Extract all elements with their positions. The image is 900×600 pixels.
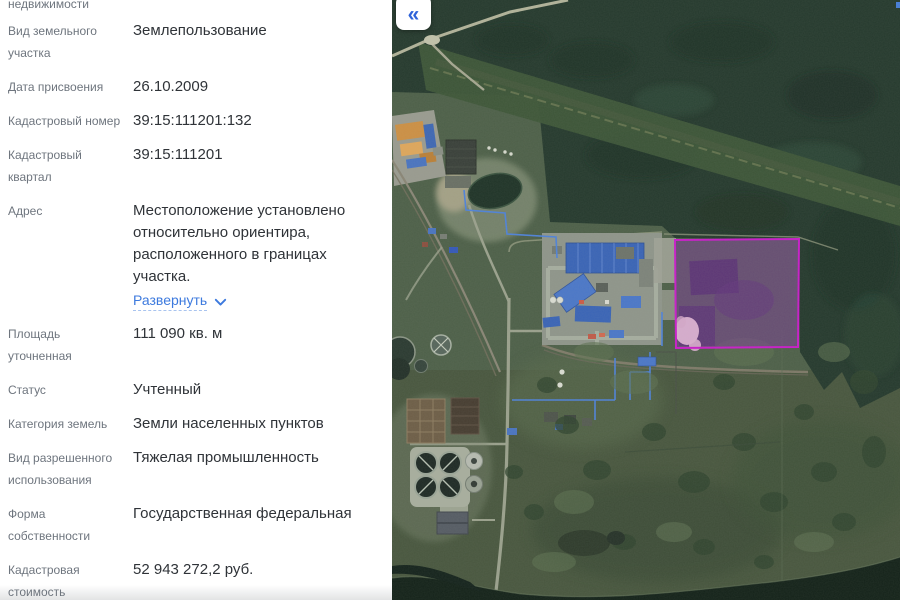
field-label: Вид земельного участка bbox=[8, 20, 133, 64]
field-label: Кадастровый номер bbox=[8, 110, 133, 132]
field-value: Землепользование bbox=[133, 20, 267, 64]
cadastral-app: недвижимости Вид земельного участка Земл… bbox=[0, 0, 900, 600]
field-row-status: Статус Учтенный bbox=[8, 379, 382, 401]
expand-link[interactable]: Развернуть bbox=[133, 291, 207, 311]
field-row-date-assigned: Дата присвоения 26.10.2009 bbox=[8, 76, 382, 98]
field-label: Адрес bbox=[8, 200, 133, 311]
double-chevron-left-icon: « bbox=[408, 1, 420, 25]
collapse-panel-button[interactable]: « bbox=[396, 0, 431, 30]
field-value: Земли населенных пунктов bbox=[133, 413, 324, 435]
field-label: Кадастровый квартал bbox=[8, 144, 133, 188]
expand-address-control[interactable]: Развернуть bbox=[133, 291, 382, 311]
field-value: 39:15:111201:132 bbox=[133, 110, 252, 132]
field-label: Категория земель bbox=[8, 413, 133, 435]
field-row-land-category: Категория земель Земли населенных пункто… bbox=[8, 413, 382, 435]
satellite-map[interactable] bbox=[392, 0, 900, 600]
field-label: Вид разрешенного использования bbox=[8, 447, 133, 491]
parcel-info-panel[interactable]: недвижимости Вид земельного участка Земл… bbox=[0, 0, 392, 600]
field-value: 111 090 кв. м bbox=[133, 323, 222, 367]
field-row-permitted-use: Вид разрешенного использования Тяжелая п… bbox=[8, 447, 382, 491]
field-row-land-type: Вид земельного участка Землепользование bbox=[8, 20, 382, 64]
field-label: Статус bbox=[8, 379, 133, 401]
map-edge-control bbox=[896, 2, 900, 8]
truncated-field-label: недвижимости bbox=[8, 0, 133, 12]
chevron-down-icon bbox=[214, 298, 227, 307]
field-row-ownership: Форма собственности Государственная феде… bbox=[8, 503, 382, 547]
field-value: Учтенный bbox=[133, 379, 201, 401]
address-value: Местоположение установлено относительно … bbox=[133, 200, 382, 288]
field-label: Дата присвоения bbox=[8, 76, 133, 98]
map-area[interactable]: « bbox=[392, 0, 900, 600]
field-row-area: Площадь уточненная 111 090 кв. м bbox=[8, 323, 382, 367]
field-label: Форма собственности bbox=[8, 503, 133, 547]
field-row-truncated: недвижимости bbox=[8, 0, 382, 12]
field-row-cadastral-quarter: Кадастровый квартал 39:15:111201 bbox=[8, 144, 382, 188]
field-value: 39:15:111201 bbox=[133, 144, 223, 188]
field-label: Площадь уточненная bbox=[8, 323, 133, 367]
field-row-cadastral-number: Кадастровый номер 39:15:111201:132 bbox=[8, 110, 382, 132]
field-value: Тяжелая промышленность bbox=[133, 447, 319, 491]
field-value: Государственная федеральная bbox=[133, 503, 352, 547]
field-label: Кадастровая стоимость bbox=[8, 559, 133, 600]
field-value: 52 943 272,2 руб. bbox=[133, 559, 253, 600]
field-row-cadastral-value: Кадастровая стоимость 52 943 272,2 руб. bbox=[8, 559, 382, 600]
field-value: 26.10.2009 bbox=[133, 76, 208, 98]
field-row-address: Адрес Местоположение установлено относит… bbox=[8, 200, 382, 311]
